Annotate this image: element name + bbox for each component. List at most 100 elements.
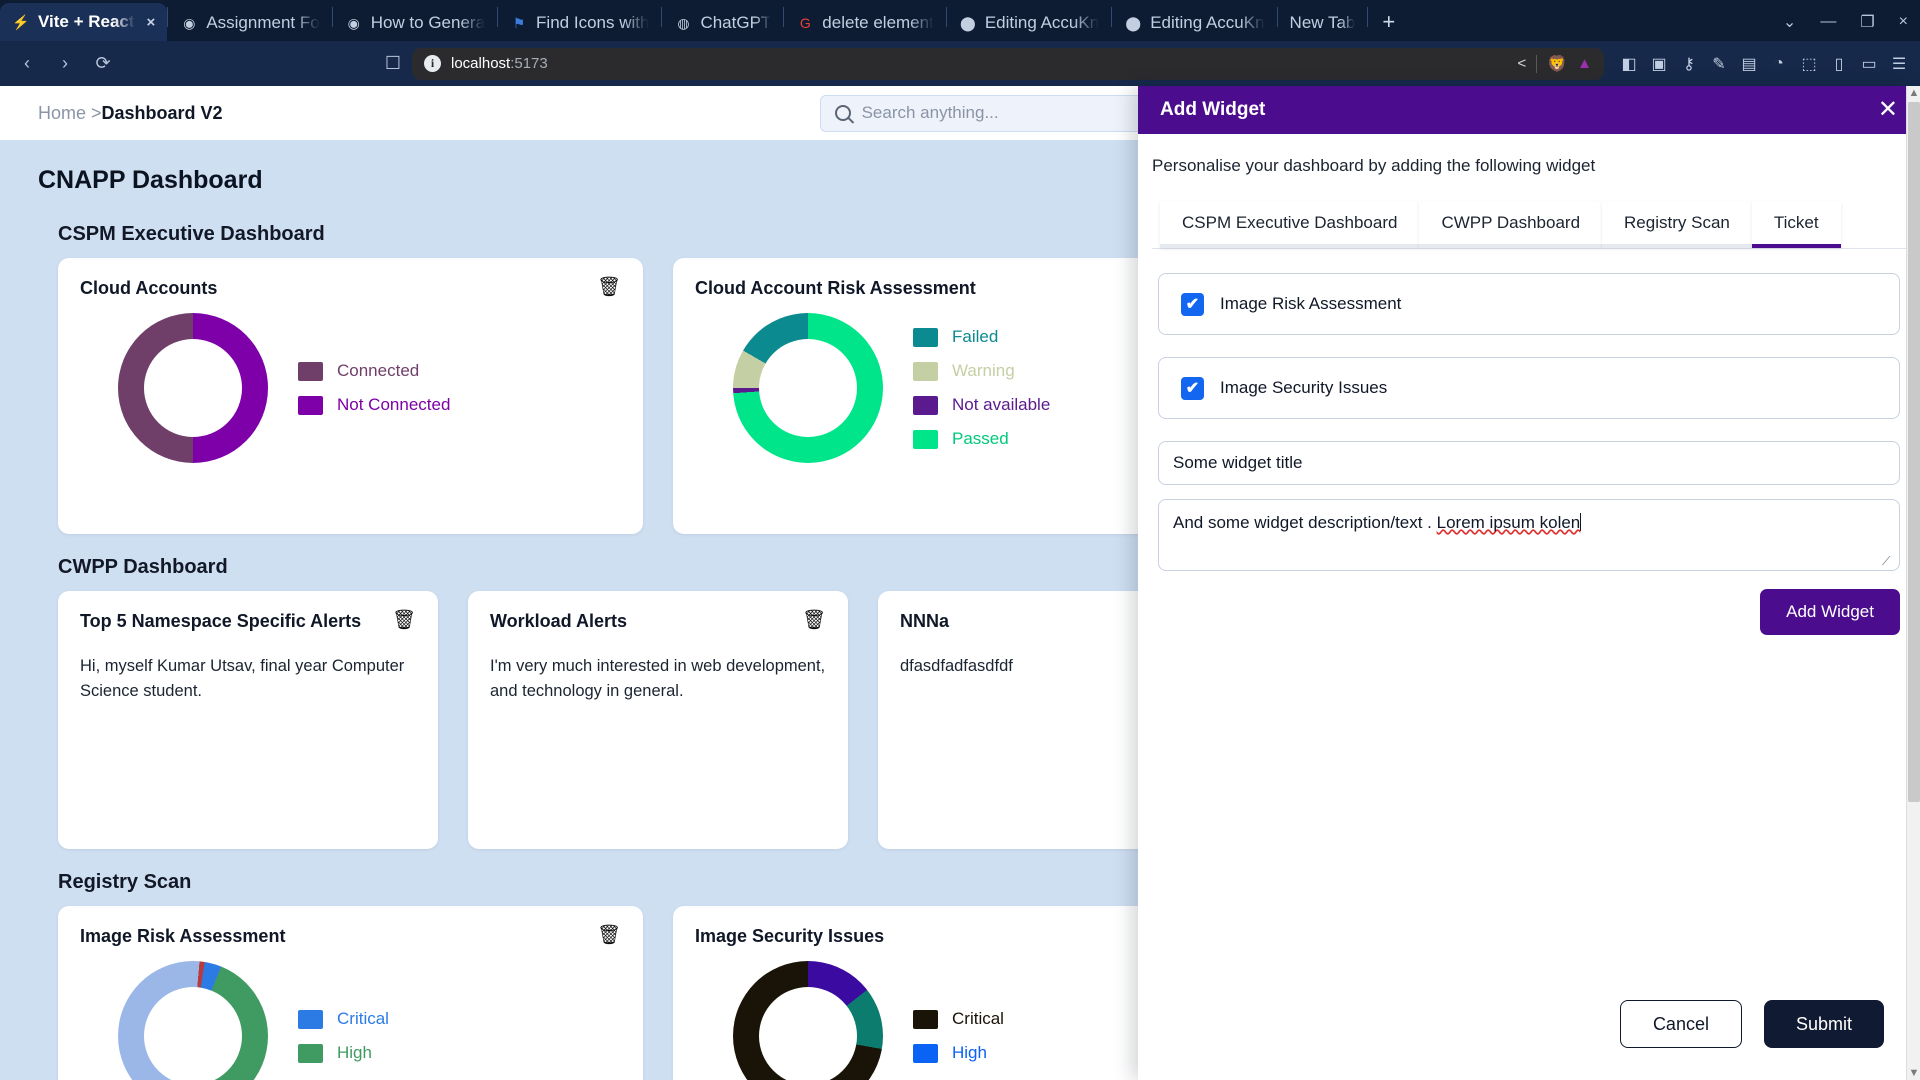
widget-description-prefix: And some widget description/text .	[1173, 513, 1437, 532]
browser-tab-4[interactable]: ◍ ChatGPT	[662, 5, 783, 41]
tab-cwpp-dashboard[interactable]: CWPP Dashboard	[1419, 202, 1603, 248]
checkbox-row-image-risk-assessment[interactable]: ✔ Image Risk Assessment	[1158, 273, 1900, 335]
screenshot-icon[interactable]: ▣	[1646, 54, 1672, 74]
chart-legend: Failed Warning Not available Passed	[913, 327, 1050, 449]
scrollbar-thumb[interactable]	[1908, 102, 1920, 802]
site-info-icon[interactable]: i	[424, 55, 441, 72]
tab-cspm-executive-dashboard[interactable]: CSPM Executive Dashboard	[1160, 202, 1420, 248]
back-icon[interactable]: ‹	[8, 53, 46, 74]
browser-tabstrip: ⚡ Vite + React × ◉ Assignment Fo ◉ How t…	[0, 0, 1920, 41]
chart-legend: Critical High	[913, 1009, 1004, 1063]
reload-icon[interactable]: ⟳	[84, 53, 122, 74]
close-icon[interactable]: ✕	[1878, 98, 1898, 122]
checkbox-label: Image Security Issues	[1220, 378, 1388, 397]
window-close-icon[interactable]: ×	[1887, 3, 1920, 41]
legend-swatch	[913, 361, 938, 381]
card-header: Top 5 Namespace Specific Alerts 🗑	[80, 611, 416, 632]
checkbox-label: Image Risk Assessment	[1220, 294, 1402, 313]
trash-icon[interactable]: 🗑	[597, 926, 621, 945]
checkbox-row-image-security-issues[interactable]: ✔ Image Security Issues	[1158, 357, 1900, 419]
submit-button[interactable]: Submit	[1763, 1000, 1884, 1048]
forward-icon[interactable]: ›	[46, 53, 84, 74]
add-widget-button[interactable]: Add Widget	[1760, 589, 1900, 635]
url-host: localhost	[451, 55, 511, 72]
donut-chart	[733, 961, 883, 1080]
breadcrumb-home[interactable]: Home >	[38, 103, 102, 123]
checkbox-icon[interactable]: ✔	[1181, 376, 1204, 400]
browser-tab-2[interactable]: ◉ How to Genera	[333, 5, 497, 41]
legend-swatch	[913, 429, 938, 449]
bookmark-icon[interactable]: ☐	[374, 53, 412, 74]
sidebar-icon[interactable]: ▯	[1826, 54, 1852, 74]
url-right-icons: < 🦁 ▲	[1517, 54, 1592, 74]
legend-swatch	[913, 1009, 938, 1029]
browser-tab-0[interactable]: ⚡ Vite + React ×	[0, 3, 168, 41]
window-maximize-icon[interactable]: ❐	[1848, 3, 1886, 41]
resize-grip-icon[interactable]: ⟋	[1882, 554, 1894, 568]
flag-icon: ⚑	[512, 15, 526, 31]
key-icon[interactable]: ⚷	[1676, 54, 1702, 74]
browser-tab-label: Vite + React	[38, 12, 135, 31]
window-minimize-icon[interactable]: —	[1808, 3, 1848, 41]
pen-icon[interactable]: ✎	[1706, 54, 1732, 74]
browser-tab-8[interactable]: New Tab	[1278, 5, 1368, 41]
panel-footer: Cancel Submit	[1138, 1000, 1920, 1080]
url-area: ☐ i localhost:5173 < 🦁 ▲	[124, 47, 1604, 80]
trash-icon[interactable]: 🗑	[597, 278, 621, 297]
chart-image-risk: Critical High	[80, 947, 621, 1080]
browser-tab-3[interactable]: ⚑ Find Icons with	[498, 5, 661, 41]
app-root: ⚡ Vite + React × ◉ Assignment Fo ◉ How t…	[0, 0, 1920, 1080]
donut-chart	[733, 313, 883, 463]
new-tab-button[interactable]: +	[1368, 3, 1409, 41]
tab-ticket[interactable]: Ticket	[1751, 202, 1841, 248]
card-body: Hi, myself Kumar Utsav, final year Compu…	[80, 657, 405, 700]
browser-tab-6[interactable]: ⬤ Editing AccuKn	[947, 5, 1111, 41]
panel-scrollbar[interactable]: ▲ ▼	[1906, 86, 1920, 1080]
google-icon: G	[799, 15, 811, 31]
wallet-icon[interactable]: ▤	[1736, 54, 1762, 74]
legend-swatch	[298, 395, 323, 415]
browser-tab-label: delete element	[822, 13, 934, 32]
card-title: Top 5 Namespace Specific Alerts	[80, 611, 362, 631]
address-bar[interactable]: i localhost:5173 < 🦁 ▲	[412, 47, 1604, 80]
menu-icon[interactable]: ☰	[1886, 54, 1912, 74]
panel-subtitle: Personalise your dashboard by adding the…	[1152, 156, 1596, 175]
scroll-down-icon[interactable]: ▼	[1907, 1066, 1920, 1080]
trash-icon[interactable]: 🗑	[802, 611, 826, 630]
legend-item: High	[298, 1043, 389, 1063]
vite-icon: ⚡	[12, 14, 30, 30]
panel-tabs: CSPM Executive Dashboard CWPP Dashboard …	[1138, 176, 1920, 248]
browser-tab-5[interactable]: G delete element	[784, 5, 946, 41]
trash-icon[interactable]: 🗑	[392, 611, 416, 630]
github-icon: ⬤	[959, 15, 976, 31]
legend-item: Critical	[298, 1009, 389, 1029]
card-title: Image Risk Assessment	[80, 926, 286, 946]
add-widget-row: Add Widget	[1158, 589, 1900, 635]
brave-shield-icon[interactable]: 🦁	[1547, 54, 1567, 74]
scroll-up-icon[interactable]: ▲	[1907, 86, 1920, 100]
chart-cloud-accounts: Connected Not Connected	[80, 299, 621, 463]
legend-label: Critical	[952, 1009, 1004, 1028]
card-header: Cloud Accounts 🗑	[80, 278, 621, 299]
browser-tab-label: New Tab	[1289, 13, 1356, 32]
leo-icon[interactable]: ◔	[1766, 55, 1792, 73]
tab-list-chevron-down-icon[interactable]: ⌄	[1771, 3, 1808, 41]
browser-tab-7[interactable]: ⬤ Editing AccuKn	[1112, 5, 1276, 41]
tab-close-icon[interactable]: ×	[147, 14, 156, 31]
widget-title-input[interactable]	[1158, 441, 1900, 485]
browser-tab-label: Find Icons with	[536, 13, 650, 32]
puzzle-icon[interactable]: ⬚	[1796, 54, 1822, 74]
globe-icon: ◉	[347, 15, 360, 31]
bookmarks-icon[interactable]: ▭	[1856, 54, 1882, 74]
checkbox-icon[interactable]: ✔	[1181, 292, 1204, 316]
extension-icon[interactable]: ◧	[1616, 54, 1642, 74]
legend-item: Connected	[298, 361, 450, 381]
widget-description-textarea[interactable]: And some widget description/text . Lorem…	[1158, 499, 1900, 571]
share-icon[interactable]: <	[1517, 55, 1526, 72]
brave-lion-icon[interactable]: ▲	[1577, 55, 1592, 72]
tab-registry-scan[interactable]: Registry Scan	[1602, 202, 1752, 248]
chart-legend: Connected Not Connected	[298, 361, 450, 415]
legend-item: High	[913, 1043, 1004, 1063]
browser-tab-1[interactable]: ◉ Assignment Fo	[168, 5, 331, 41]
cancel-button[interactable]: Cancel	[1619, 1000, 1742, 1048]
